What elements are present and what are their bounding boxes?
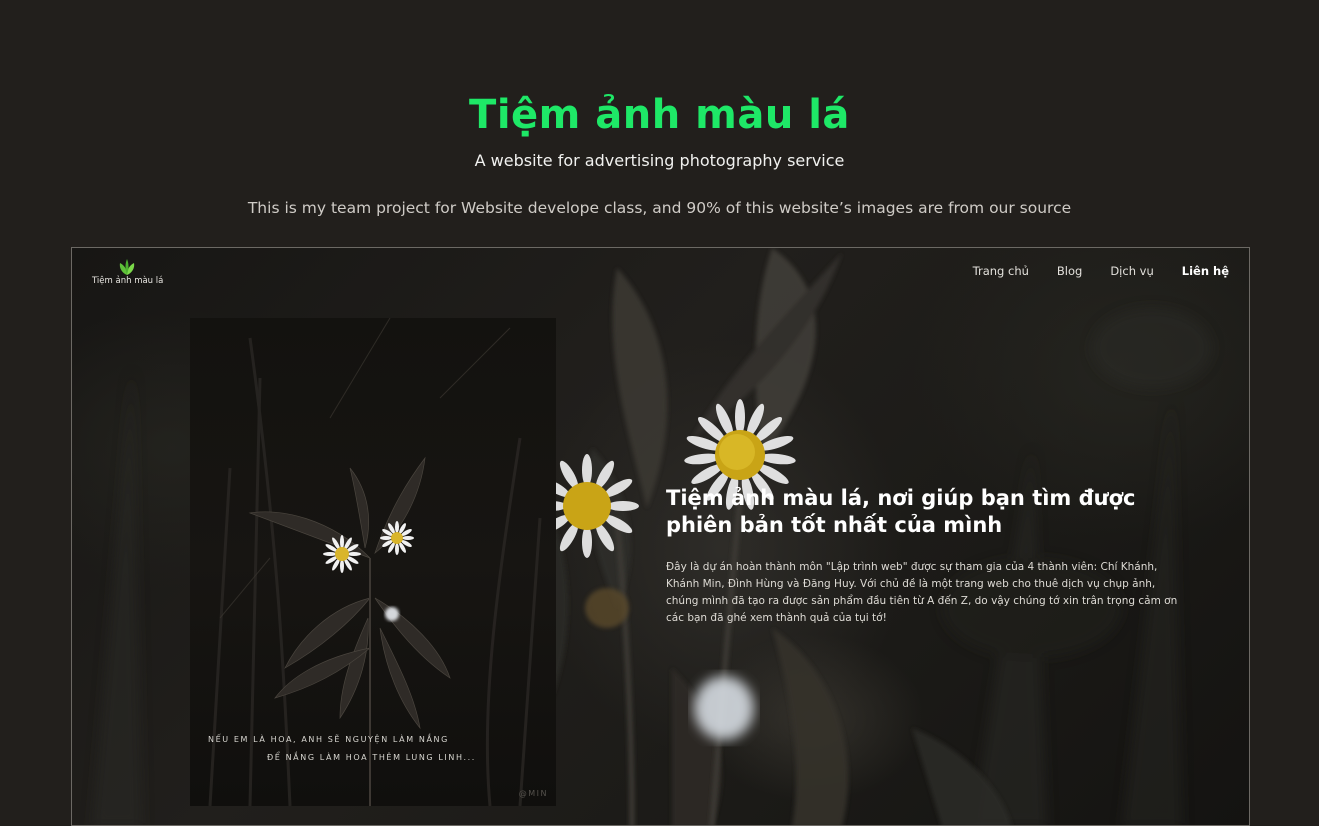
website-preview: Tiệm ảnh màu lá Trang chủ Blog Dịch vụ L… [71, 247, 1250, 826]
nav-home[interactable]: Trang chủ [973, 264, 1029, 278]
site-logo[interactable]: Tiệm ảnh màu lá [92, 258, 164, 286]
poem-line-1: NẾU EM LÀ HOA, ANH SẼ NGUYỆN LÀM NẮNG [208, 735, 449, 744]
hero-subtitle: A website for advertising photography se… [474, 151, 845, 170]
hero-title: Tiệm ảnh màu lá [469, 92, 850, 138]
preview-headline: Tiệm ảnh màu lá, nơi giúp bạn tìm được p… [666, 486, 1136, 537]
preview-body: Đây là dự án hoàn thành môn "Lập trình w… [666, 561, 1178, 624]
nav-services[interactable]: Dịch vụ [1110, 264, 1153, 278]
nav-contact[interactable]: Liên hệ [1182, 264, 1229, 278]
watermark: @MIN [518, 789, 548, 798]
photo-card: NẾU EM LÀ HOA, ANH SẼ NGUYỆN LÀM NẮNG ĐỂ… [190, 318, 556, 806]
flower-photo [208, 318, 542, 806]
nav-blog[interactable]: Blog [1057, 264, 1082, 278]
hero-description: This is my team project for Website deve… [247, 199, 1072, 217]
leaf-icon [119, 259, 135, 275]
logo-text: Tiệm ảnh màu lá [92, 276, 164, 286]
page: Tiệm ảnh màu lá A website for advertisin… [0, 0, 1319, 826]
main-nav: Trang chủ Blog Dịch vụ Liên hệ [973, 264, 1229, 278]
poem-line-2: ĐỂ NẮNG LÀM HOA THÊM LUNG LINH... [267, 753, 476, 762]
